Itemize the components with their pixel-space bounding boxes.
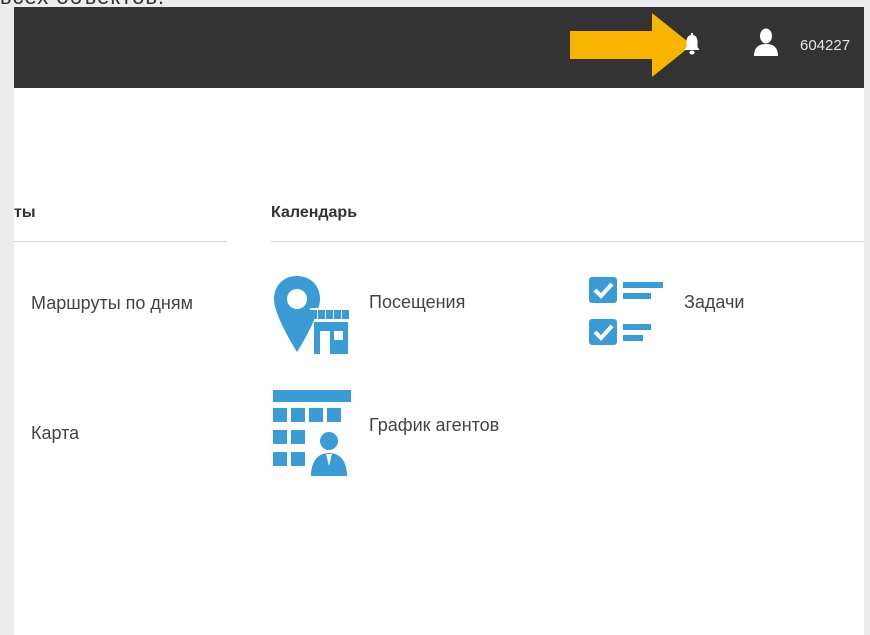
link-routes-by-day[interactable]: Маршруты по дням <box>31 283 211 323</box>
checklist-icon[interactable] <box>587 273 667 353</box>
schedule-person-icon[interactable] <box>273 390 351 476</box>
section-divider-calendar <box>271 241 864 242</box>
tile-label-agent-schedule[interactable]: График агентов <box>369 415 499 436</box>
user-icon[interactable] <box>752 28 780 56</box>
user-id-label[interactable]: 604227 <box>800 37 850 54</box>
tile-label-visits[interactable]: Посещения <box>369 292 465 313</box>
section-title-routes: ты <box>14 204 36 221</box>
arrow-right-icon <box>570 13 692 77</box>
bell-icon[interactable] <box>683 33 701 55</box>
map-pin-store-icon[interactable] <box>272 272 350 357</box>
app-window: 604227 ты Маршруты по дням Карта Календа… <box>14 7 864 635</box>
link-map[interactable]: Карта <box>31 413 211 453</box>
section-title-calendar: Календарь <box>271 204 358 221</box>
tile-label-tasks[interactable]: Задачи <box>684 292 744 313</box>
section-divider-routes <box>14 241 227 242</box>
top-bar: 604227 <box>14 7 864 88</box>
